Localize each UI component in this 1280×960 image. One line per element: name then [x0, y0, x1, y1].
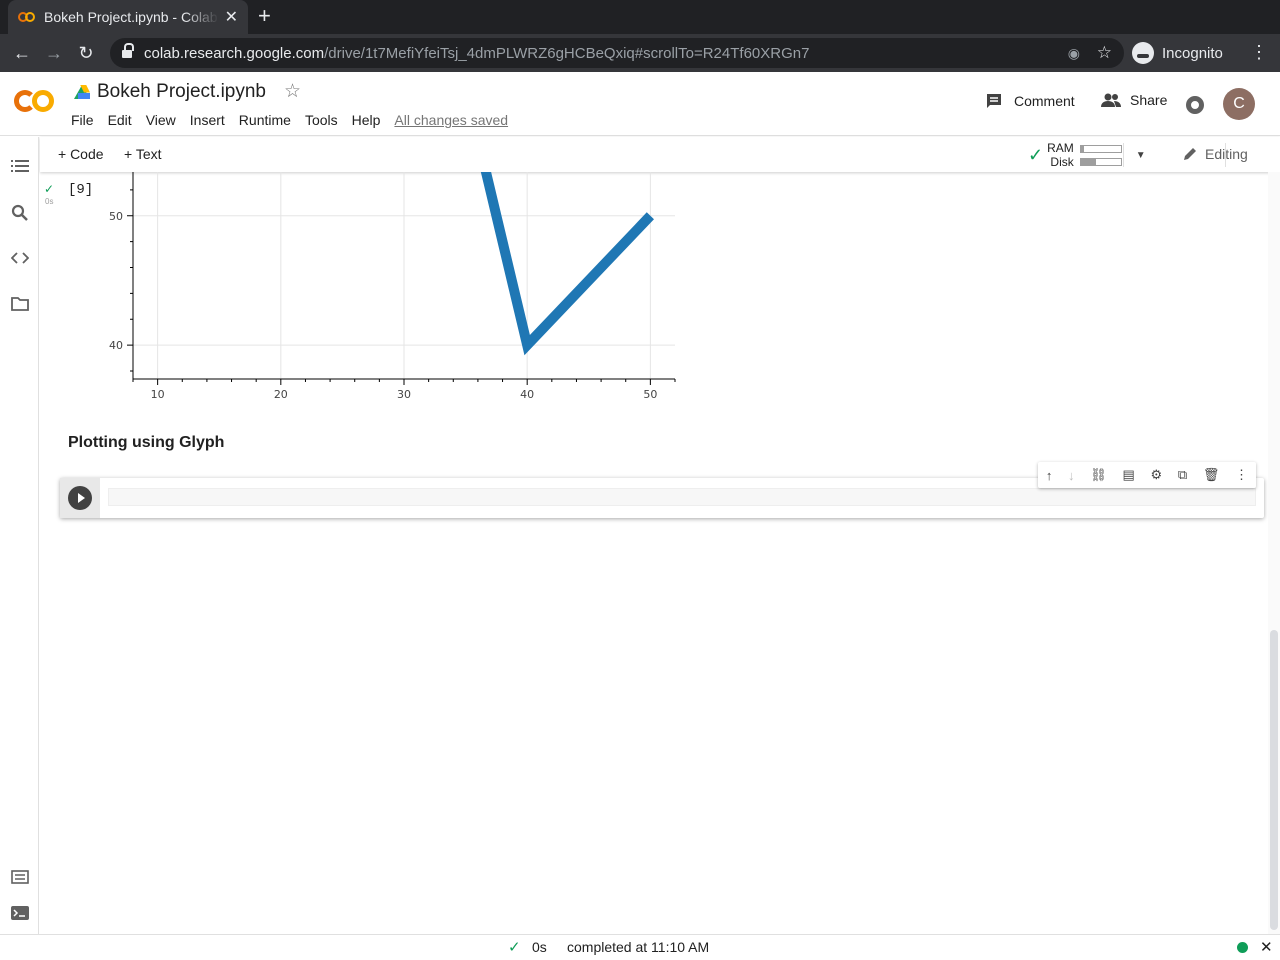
incognito-icon [1132, 42, 1154, 64]
files-icon[interactable] [11, 297, 29, 311]
code-editor[interactable] [108, 488, 1256, 506]
connection-status-icon [1237, 942, 1248, 953]
notebook-title-area: Bokeh Project.ipynb ☆ [74, 80, 301, 103]
comment-button[interactable]: Comment [985, 92, 1075, 110]
menu-view[interactable]: View [146, 112, 176, 128]
vertical-scrollbar[interactable] [1268, 172, 1280, 934]
colab-logo[interactable] [14, 88, 56, 116]
pencil-icon [1184, 148, 1196, 160]
eye-blocked-icon[interactable]: ◉ [1068, 45, 1080, 62]
drive-icon [74, 84, 90, 99]
incognito-profile[interactable]: Incognito [1132, 40, 1223, 66]
menu-insert[interactable]: Insert [190, 112, 225, 128]
status-elapsed: 0s [532, 939, 547, 955]
cell-settings-icon[interactable]: ⚙ [1150, 467, 1162, 483]
close-status-icon[interactable]: ✕ [1260, 938, 1273, 956]
notebook-name[interactable]: Bokeh Project.ipynb [97, 81, 266, 103]
menu-tools[interactable]: Tools [305, 112, 338, 128]
new-tab-button[interactable]: + [258, 5, 271, 27]
add-code-button[interactable]: + Code [58, 146, 104, 162]
cell-more-icon[interactable]: ⋮ [1235, 467, 1248, 483]
address-bar[interactable]: colab.research.google.com/drive/1t7MefiY… [110, 38, 1124, 68]
url-path: /drive/1t7MefiYfeiTsj_4dmPLWRZ6gHCBeQxiq… [324, 44, 810, 62]
colab-header: Bokeh Project.ipynb ☆ File Edit View Ins… [0, 72, 1280, 136]
menu-edit[interactable]: Edit [108, 112, 132, 128]
search-icon[interactable] [11, 204, 29, 222]
forward-button[interactable]: → [38, 43, 70, 64]
ram-label: RAM [1047, 141, 1074, 155]
disk-usage-bar [1079, 157, 1122, 166]
star-icon[interactable]: ☆ [284, 80, 301, 103]
divider [1225, 143, 1226, 167]
left-sidebar [0, 137, 39, 934]
share-button[interactable]: Share [1100, 92, 1167, 108]
y-tick-label: 40 [109, 339, 123, 352]
editing-mode-button[interactable]: Editing [1182, 146, 1248, 162]
x-tick-label: 10 [151, 388, 165, 401]
mirror-cell-icon[interactable]: ⧉ [1178, 467, 1187, 483]
notebook-content: ✓ 0s [9] 10 20 30 40 50 40 50 Plotting using G… [40, 172, 1268, 934]
browser-tab-strip: Bokeh Project.ipynb - Colab ✕ + [0, 0, 1280, 34]
lock-icon [122, 43, 134, 59]
run-cell-button[interactable] [68, 486, 92, 510]
browser-toolbar: ← → ↻ colab.research.google.com/drive/1t… [0, 34, 1280, 72]
menu-runtime[interactable]: Runtime [239, 112, 291, 128]
comment-label: Comment [1014, 93, 1075, 109]
add-text-button[interactable]: + Text [124, 146, 162, 162]
link-to-cell-icon[interactable]: ⛓ [1090, 467, 1107, 483]
connected-check-icon: ✓ [1028, 144, 1044, 165]
scrollbar-thumb[interactable] [1270, 630, 1278, 930]
menu-bar: File Edit View Insert Runtime Tools Help… [71, 112, 522, 128]
status-completed: completed at 11:10 AM [567, 939, 710, 955]
x-tick-label: 50 [643, 388, 657, 401]
editing-label: Editing [1205, 146, 1248, 162]
add-comment-icon[interactable]: ▤ [1122, 467, 1134, 483]
back-button[interactable]: ← [6, 43, 38, 64]
disk-label: Disk [1050, 155, 1074, 169]
cell-toolbar: ↑ ↓ ⛓ ▤ ⚙ ⧉ 🗑 ⋮ [1038, 462, 1256, 488]
x-tick-label: 20 [274, 388, 288, 401]
markdown-heading: Plotting using Glyph [68, 434, 225, 451]
runtime-dropdown-icon[interactable]: ▼ [1136, 150, 1146, 161]
browser-tab[interactable]: Bokeh Project.ipynb - Colab ✕ [8, 0, 248, 34]
x-tick-label: 30 [397, 388, 411, 401]
menu-file[interactable]: File [71, 112, 94, 128]
save-status[interactable]: All changes saved [394, 112, 508, 128]
toc-icon[interactable] [11, 159, 29, 173]
delete-cell-icon[interactable]: 🗑 [1203, 467, 1220, 483]
people-icon [1101, 93, 1121, 107]
comment-icon [987, 94, 1001, 108]
tab-title: Bokeh Project.ipynb - Colab [44, 9, 218, 25]
browser-menu-icon[interactable]: ⋮ [1250, 42, 1268, 63]
terminal-icon[interactable] [11, 906, 29, 920]
bokeh-line-plot[interactable]: 10 20 30 40 50 40 50 [40, 172, 700, 412]
avatar[interactable]: C [1223, 88, 1255, 120]
bookmark-star-icon[interactable]: ☆ [1097, 43, 1112, 63]
ram-usage-bar [1079, 144, 1122, 153]
url-host: colab.research.google.com [144, 44, 325, 62]
y-tick-label: 50 [109, 210, 123, 223]
settings-gear-icon[interactable] [1186, 96, 1204, 114]
reload-button[interactable]: ↻ [70, 43, 102, 64]
incognito-label: Incognito [1162, 44, 1223, 62]
code-snippets-icon[interactable] [11, 251, 29, 265]
divider [1123, 143, 1124, 167]
notebook-toolbar: + Code + Text ✓ RAM Disk ▼ Editing ⌃ [40, 137, 1280, 172]
command-palette-icon[interactable] [11, 870, 29, 884]
series-line [480, 172, 654, 356]
share-label: Share [1130, 92, 1168, 108]
menu-help[interactable]: Help [352, 112, 381, 128]
tab-close-icon[interactable]: ✕ [225, 7, 238, 27]
run-cell-gutter [60, 478, 100, 518]
resources-indicator[interactable]: ✓ RAM Disk ▼ [1028, 141, 1146, 169]
move-cell-down-icon[interactable]: ↓ [1068, 468, 1075, 483]
status-bar: ✓ 0s completed at 11:10 AM ✕ [0, 934, 1280, 960]
colab-favicon-icon [18, 12, 36, 22]
x-tick-label: 40 [520, 388, 534, 401]
status-check-icon: ✓ [508, 939, 521, 956]
move-cell-up-icon[interactable]: ↑ [1046, 468, 1053, 483]
